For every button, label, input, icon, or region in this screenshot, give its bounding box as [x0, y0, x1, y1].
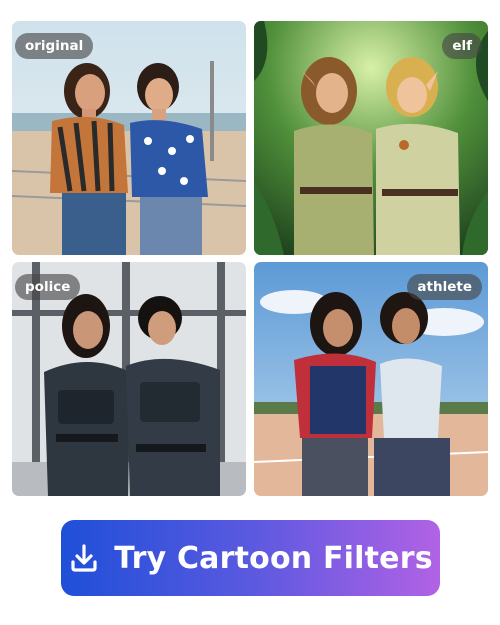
try-cartoon-filters-button[interactable]: Try Cartoon Filters	[61, 520, 440, 596]
photo-original[interactable]: original	[12, 21, 246, 255]
photo-police[interactable]: police	[12, 262, 246, 496]
tile-label-elf: elf	[442, 33, 482, 59]
cta-label: Try Cartoon Filters	[114, 540, 433, 576]
tile-label-athlete: athlete	[407, 274, 482, 300]
tile-label-police: police	[15, 274, 81, 300]
photo-athlete[interactable]: athlete	[254, 262, 488, 496]
download-icon	[68, 542, 100, 574]
tile-label-original: original	[15, 33, 94, 59]
photo-elf[interactable]: elf	[254, 21, 488, 255]
